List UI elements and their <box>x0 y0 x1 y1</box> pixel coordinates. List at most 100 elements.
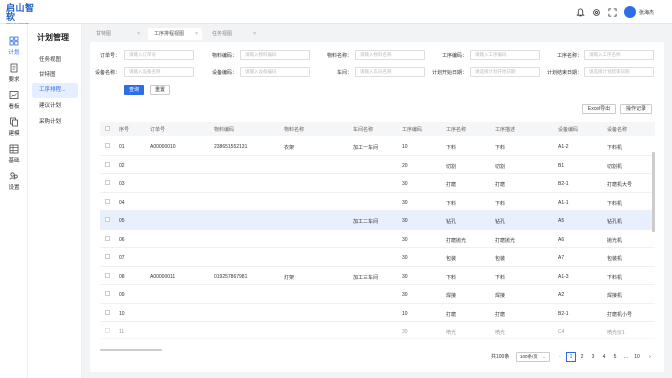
order-no-input[interactable]: 请输入订单号 <box>124 50 194 60</box>
rail-item-settings[interactable]: 设置 <box>0 169 28 195</box>
close-icon[interactable]: × <box>137 28 140 40</box>
cell-device-code: A6 <box>558 236 565 243</box>
cell-material-code: 238651552131 <box>214 144 248 150</box>
user-name[interactable]: 张海杰 <box>639 9 654 16</box>
cell-seq: 07 <box>119 255 125 261</box>
row-checkbox[interactable] <box>105 161 110 167</box>
menu-item-suggested-plan[interactable]: 建议计划 <box>32 99 78 114</box>
cell-process-desc: 下料 <box>495 145 506 151</box>
close-icon[interactable]: × <box>253 28 256 40</box>
table-row[interactable]: 10 10 打磨 打磨 B2-1 打磨机小号 <box>100 304 655 322</box>
column-header: 设备名称 <box>607 127 628 133</box>
tab-label: 任务视图 <box>212 31 233 37</box>
row-checkbox[interactable] <box>105 143 110 148</box>
cell-process-code: 30 <box>402 199 408 206</box>
page-button[interactable]: 1 <box>566 352 576 362</box>
row-checkbox[interactable] <box>105 235 110 241</box>
cell-seq: 11 <box>119 329 125 335</box>
material-name-input[interactable]: 请输入物料名称 <box>355 50 425 60</box>
table-row[interactable]: 02 20 切割 切割 B1 切割机 <box>100 156 655 174</box>
cell-process-code: 20 <box>402 162 408 169</box>
table-row[interactable]: 08 A00000011 019257867981 灯架 加工三车间 30 下料 下料 A1-3… <box>100 267 655 285</box>
cell-material-name: 衣架 <box>284 145 295 151</box>
avatar[interactable] <box>624 6 636 18</box>
next-page-button[interactable]: › <box>645 352 655 362</box>
page-button[interactable]: 4 <box>599 352 609 362</box>
device-code-input[interactable]: 请输入设备编码 <box>240 67 310 77</box>
cell-process-desc: 切割 <box>495 163 506 170</box>
row-checkbox[interactable] <box>105 217 110 222</box>
tab-label: 甘特图 <box>96 31 112 37</box>
rail-label: 基础 <box>8 158 20 164</box>
menu-item-gantt[interactable]: 甘特图 <box>32 68 78 83</box>
tab-task-view[interactable]: 任务视图 × <box>206 28 260 40</box>
cell-seq: 08 <box>119 273 125 280</box>
cell-seq: 10 <box>119 310 125 317</box>
cell-process-code: 30 <box>402 181 408 187</box>
menu-item-process-scheduling[interactable]: 工序排程... <box>32 83 78 98</box>
horizontal-scrollbar[interactable] <box>100 349 162 351</box>
vertical-scrollbar[interactable] <box>652 152 655 232</box>
row-checkbox[interactable] <box>105 309 110 315</box>
row-checkbox[interactable] <box>105 291 110 296</box>
cell-device-code: B2-1 <box>558 181 569 187</box>
excel-export-button[interactable]: Excel导出 <box>582 104 616 114</box>
page-button[interactable]: 5 <box>610 352 620 362</box>
plan-start-input[interactable]: 请选择计划开始日期 <box>470 67 540 77</box>
cell-device-code: A1-3 <box>558 273 569 280</box>
settings-icon[interactable] <box>590 6 602 18</box>
table-row[interactable]: 03 30 打磨 打磨 B2-1 打磨机大号 <box>100 174 655 193</box>
row-checkbox[interactable] <box>105 328 110 333</box>
process-code-input[interactable]: 请输入工序编码 <box>470 50 540 60</box>
table-row[interactable]: 11 30 喷光 喷光 C4 喷光仪1 <box>100 322 655 339</box>
page-button[interactable]: 10 <box>632 352 642 362</box>
cell-process-name: 切割 <box>446 163 457 170</box>
icon-rail: 计划 要求 看板 建模 基础 设置 <box>0 24 28 378</box>
table-row[interactable]: 07 30 包装 包装 A7 包装机 <box>100 248 655 267</box>
tab-bar: 甘特图 × 工序排程视图 × 任务视图 × <box>90 28 590 40</box>
row-checkbox[interactable] <box>105 180 110 185</box>
row-checkbox[interactable] <box>105 272 110 278</box>
rail-item-board[interactable]: 看板 <box>0 88 28 114</box>
cell-process-desc: 焊接 <box>495 293 506 299</box>
table-row[interactable]: 01 A00000010 238651552131 衣架 加工一车间 10 下料 下料 A1-2… <box>100 137 655 156</box>
device-name-input[interactable]: 请输入设备名称 <box>124 67 194 77</box>
cell-process-code: 10 <box>402 310 408 317</box>
table-row[interactable]: 04 30 下料 下料 A1-1 下料机 <box>100 193 655 211</box>
bell-icon[interactable] <box>574 6 586 18</box>
select-all-checkbox[interactable] <box>105 126 110 131</box>
menu-item-task-view[interactable]: 任务视图 <box>32 53 78 68</box>
rail-item-basic[interactable]: 基础 <box>0 142 28 168</box>
menu-item-purchase-plan[interactable]: 采购计划 <box>32 115 78 130</box>
table-row[interactable]: 05 加工二车间 30 钻孔 钻孔 A5 钻孔机 <box>100 211 655 230</box>
rail-item-modeling[interactable]: 建模 <box>0 115 28 141</box>
page-button[interactable]: 3 <box>588 352 598 362</box>
tab-process-scheduling[interactable]: 工序排程视图 × <box>148 28 202 40</box>
cell-process-name: 打磨 <box>446 311 457 318</box>
side-menu: 计划管理 任务视图 甘特图 工序排程... 建议计划 采购计划 <box>28 24 82 378</box>
page-ellipsis[interactable]: … <box>621 352 631 362</box>
cell-process-desc: 打磨抛光 <box>495 237 516 244</box>
column-header: 物料编码 <box>214 127 235 133</box>
reset-button[interactable]: 重置 <box>150 85 170 95</box>
prev-page-button[interactable]: ‹ <box>555 352 565 362</box>
search-button[interactable]: 查询 <box>124 85 144 95</box>
tab-gantt[interactable]: 甘特图 × <box>90 28 144 40</box>
operation-log-button[interactable]: 操作记录 <box>620 104 652 114</box>
rail-item-plan[interactable]: 计划 <box>0 34 28 60</box>
logo[interactable]: 启山智软 QISHAN SMART SOFTWARE <box>6 4 40 31</box>
material-code-input[interactable]: 请输入物料编码 <box>240 50 310 60</box>
plan-end-input[interactable]: 请选择计划结束日期 <box>584 67 654 77</box>
table-row[interactable]: 06 30 打磨抛光 打磨抛光 A6 抛光机 <box>100 230 655 248</box>
page-button[interactable]: 2 <box>577 352 587 362</box>
row-checkbox[interactable] <box>105 198 110 204</box>
workshop-input[interactable]: 请输入车间名称 <box>355 67 425 77</box>
table-row[interactable]: 09 30 焊接 焊接 A2 焊接机 <box>100 285 655 304</box>
row-checkbox[interactable] <box>105 254 110 259</box>
process-name-input[interactable]: 请输入工序名称 <box>584 50 654 60</box>
rail-item-requirement[interactable]: 要求 <box>0 61 28 87</box>
page-size-value: 100条/页 <box>520 354 538 359</box>
close-icon[interactable]: × <box>195 28 198 40</box>
fullscreen-icon[interactable] <box>606 6 618 18</box>
page-size-select[interactable]: 100条/页 ⌄ <box>516 352 550 362</box>
